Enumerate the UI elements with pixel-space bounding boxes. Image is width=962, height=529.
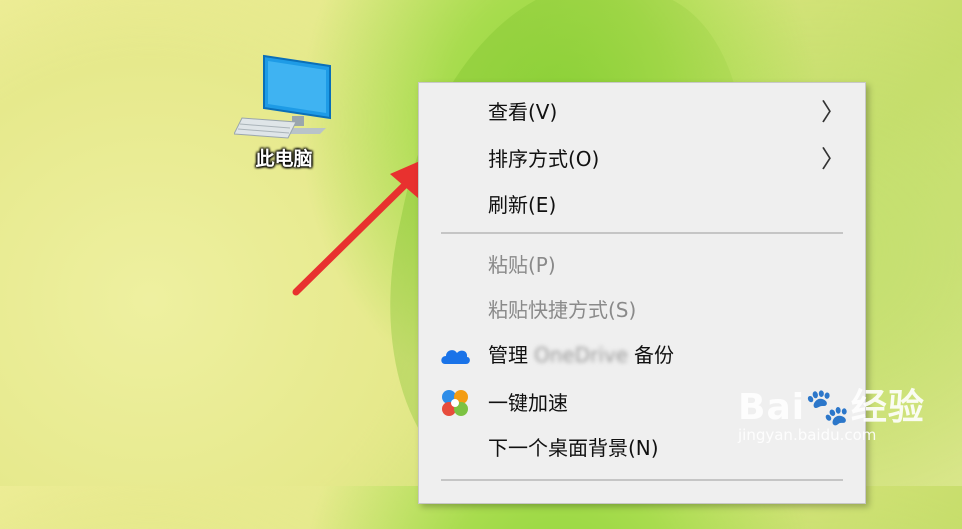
menu-item-paste[interactable]: 粘贴(P) [419,245,865,285]
desktop-icon-label: 此电脑 [255,148,313,170]
menu-item-manage-onedrive-backup[interactable]: 管理 OneDrive 备份 [419,335,865,375]
menu-item-refresh[interactable]: 刷新(E) [419,185,865,225]
menu-item-paste-shortcut[interactable]: 粘贴快捷方式(S) [419,290,865,330]
onedrive-cloud-icon [441,350,470,364]
menu-item-sort-by[interactable]: 排序方式(O) 〉 [419,139,865,179]
baidu-jingyan-watermark: Bai🐾经验 jingyan.baidu.com [738,378,925,444]
watermark-url: jingyan.baidu.com [738,426,877,444]
chevron-right-icon: 〉 [821,98,845,126]
watermark-logo: Bai🐾经验 [738,387,925,428]
menu-separator [441,232,843,234]
computer-icon [234,54,331,139]
menu-item-view[interactable]: 查看(V) 〉 [419,92,865,132]
desktop-icon-this-pc[interactable]: 此电脑 [234,52,334,192]
chevron-right-icon: 〉 [821,145,845,173]
menu-separator [441,479,843,481]
speedup-icon [442,390,468,416]
